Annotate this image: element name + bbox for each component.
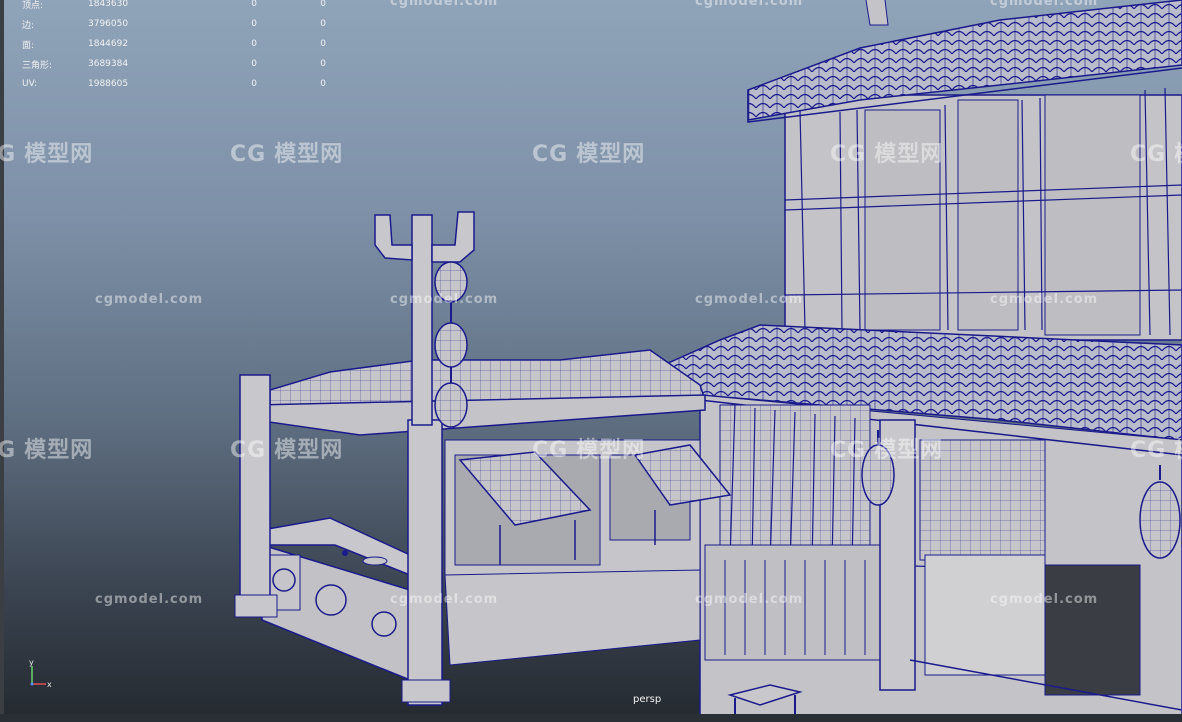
watermark-mark: CG: [532, 438, 569, 463]
scene-wireframe[interactable]: [0, 0, 1182, 722]
hud-row-edges: 边: 3796050 0 0: [22, 14, 326, 34]
watermark-logo: CG 模型网: [1130, 136, 1182, 168]
hud-value: 1844692: [88, 39, 129, 49]
watermark-mark: CG: [230, 142, 267, 167]
watermark-logo-text: 模型网: [576, 142, 646, 167]
poly-count-hud: 顶点: 1843630 0 0 边: 3796050 0 0 面: 184469…: [22, 0, 326, 94]
hud-value: 0: [320, 19, 326, 29]
watermark-logo: CG 模型网: [532, 432, 645, 464]
stall-roof: [254, 349, 707, 436]
camera-label: persp: [633, 694, 662, 705]
axis-gizmo: y x: [29, 658, 52, 688]
watermark-mark: CG: [230, 438, 267, 463]
watermark-url: cgmodel.com: [390, 592, 499, 607]
hud-value: 0: [251, 79, 257, 89]
watermark-url: cgmodel.com: [95, 592, 204, 607]
watermark-logo: CG 模型网: [1130, 432, 1182, 464]
watermark-logo-text: 模型网: [1174, 438, 1182, 463]
watermark-logo: CG 模型网: [0, 136, 93, 168]
hud-value: 0: [320, 59, 326, 69]
watermark-url: cgmodel.com: [695, 592, 804, 607]
axis-y-label: y: [29, 658, 34, 667]
3d-viewport[interactable]: 顶点: 1843630 0 0 边: 3796050 0 0 面: 184469…: [0, 0, 1182, 722]
watermark-url: cgmodel.com: [695, 292, 804, 307]
building-upper-wall: [784, 87, 1182, 341]
hud-value: 3796050: [88, 19, 129, 29]
hud-label: 三角形:: [22, 60, 53, 71]
hud-value: 0: [320, 0, 326, 9]
watermark-mark: CG: [532, 142, 569, 167]
watermark-logo-text: 模型网: [24, 142, 94, 167]
watermark-url: cgmodel.com: [990, 592, 1099, 607]
watermark-url: cgmodel.com: [390, 0, 499, 9]
watermark-logo-text: 模型网: [274, 438, 344, 463]
stall-counter: [261, 517, 411, 682]
watermark-logo-text: 模型网: [1174, 142, 1182, 167]
watermark-logo-text: 模型网: [874, 438, 944, 463]
hud-label: UV:: [22, 79, 38, 89]
watermark-logo: CG 模型网: [532, 136, 645, 168]
hud-label: 边:: [22, 20, 35, 31]
watermark-mark: CG: [1130, 142, 1167, 167]
watermark-logo: CG 模型网: [830, 136, 943, 168]
hud-row-uvs: UV: 1988605 0 0: [22, 74, 326, 94]
watermark-logo-text: 模型网: [274, 142, 344, 167]
watermark-mark: CG: [1130, 438, 1167, 463]
watermark-url: cgmodel.com: [990, 292, 1099, 307]
hud-row-faces: 面: 1844692 0 0: [22, 34, 326, 54]
watermark-url: cgmodel.com: [695, 0, 804, 9]
hud-value: 0: [251, 59, 257, 69]
hud-row-triangles: 三角形: 3689384 0 0: [22, 54, 326, 74]
watermark-logo-text: 模型网: [576, 438, 646, 463]
watermark-mark: CG: [830, 438, 867, 463]
axis-x-label: x: [47, 680, 52, 688]
watermark-url: cgmodel.com: [990, 0, 1099, 9]
watermark-mark: CG: [830, 142, 867, 167]
watermark-logo-text: 模型网: [24, 438, 94, 463]
hud-value: 3689384: [88, 59, 129, 69]
hud-value: 0: [251, 0, 257, 9]
watermark-logo-text: 模型网: [874, 142, 944, 167]
watermark-logo: CG 模型网: [230, 432, 343, 464]
watermark-mark: CG: [0, 438, 17, 463]
hud-value: 1843630: [88, 0, 129, 9]
hud-value: 0: [320, 79, 326, 89]
watermark-logo: CG 模型网: [830, 432, 943, 464]
hud-value: 0: [251, 39, 257, 49]
watermark-url: cgmodel.com: [95, 292, 204, 307]
hud-label: 顶点:: [22, 0, 44, 11]
watermark-logo: CG 模型网: [230, 136, 343, 168]
watermark-url: cgmodel.com: [390, 292, 499, 307]
hud-label: 面:: [22, 40, 35, 51]
hud-value: 0: [251, 19, 257, 29]
viewport-left-border: [0, 0, 4, 722]
hud-value: 0: [320, 39, 326, 49]
hud-value: 1988605: [88, 79, 129, 89]
bottom-strip: [0, 714, 1182, 722]
watermark-mark: CG: [0, 142, 17, 167]
hud-row-vertices: 顶点: 1843630 0 0: [22, 0, 326, 14]
watermark-logo: CG 模型网: [0, 432, 93, 464]
stall-back: [444, 439, 732, 666]
